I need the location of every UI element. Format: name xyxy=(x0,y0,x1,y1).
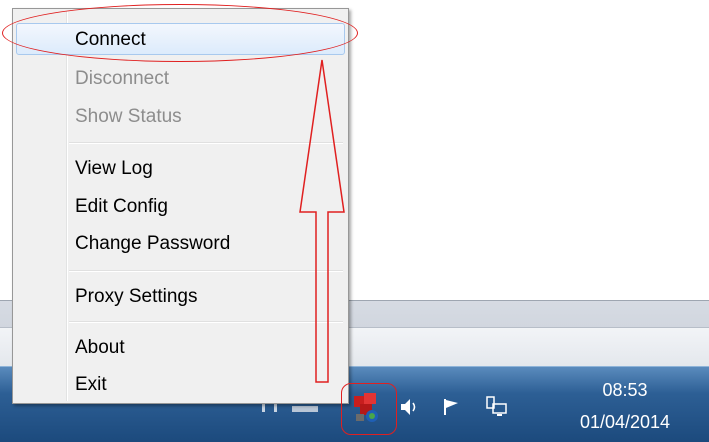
menu-item-label: Exit xyxy=(75,374,107,395)
menu-separator xyxy=(69,142,343,144)
menu-item-exit[interactable]: Exit xyxy=(16,368,345,400)
clock-date: 01/04/2014 xyxy=(579,412,671,432)
taskbar-clock[interactable]: 08:53 01/04/2014 xyxy=(560,372,690,438)
menu-item-label: Edit Config xyxy=(75,196,168,217)
menu-item-edit-config[interactable]: Edit Config xyxy=(16,190,345,222)
openvpn-tray-icon[interactable] xyxy=(352,392,382,426)
menu-item-label: Disconnect xyxy=(75,68,169,89)
volume-icon[interactable] xyxy=(398,396,420,418)
menu-separator xyxy=(69,321,343,323)
action-center-flag-icon[interactable] xyxy=(440,396,462,418)
menu-item-label: Proxy Settings xyxy=(75,286,198,307)
clock-time: 08:53 xyxy=(602,380,648,400)
menu-item-about[interactable]: About xyxy=(16,331,345,363)
tray-context-menu: Connect Disconnect Show Status View Log … xyxy=(12,8,349,404)
menu-item-show-status[interactable]: Show Status xyxy=(16,100,345,132)
menu-item-connect[interactable]: Connect xyxy=(16,23,345,55)
menu-item-label: About xyxy=(75,337,125,358)
menu-item-label: Change Password xyxy=(75,233,231,254)
menu-item-disconnect[interactable]: Disconnect xyxy=(16,62,345,94)
menu-separator xyxy=(69,270,343,272)
menu-item-proxy-settings[interactable]: Proxy Settings xyxy=(16,280,345,312)
menu-item-label: Connect xyxy=(75,29,146,50)
menu-item-change-password[interactable]: Change Password xyxy=(16,227,345,259)
menu-item-label: Show Status xyxy=(75,106,182,127)
menu-item-label: View Log xyxy=(75,158,153,179)
menu-item-view-log[interactable]: View Log xyxy=(16,152,345,184)
tray-separator-dots xyxy=(262,404,322,412)
network-icon[interactable] xyxy=(484,394,510,420)
